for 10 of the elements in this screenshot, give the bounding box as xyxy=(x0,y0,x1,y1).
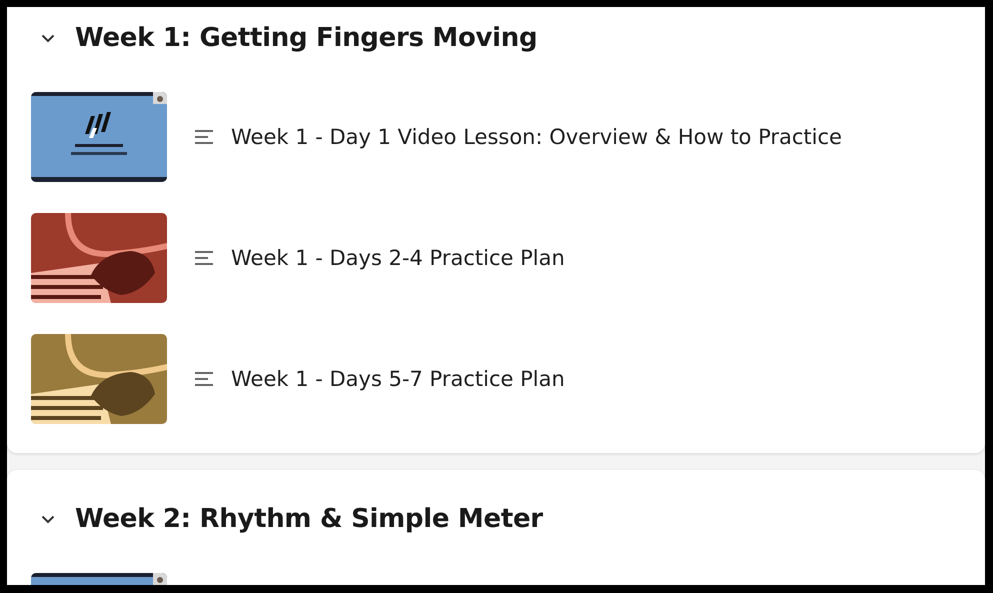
text-lines-icon xyxy=(195,130,213,144)
section-title: Week 1: Getting Fingers Moving xyxy=(75,23,538,53)
lesson-link[interactable]: Week 1 - Day 1 Video Lesson: Overview & How to Practice xyxy=(231,125,842,149)
lesson-link[interactable]: Week 1 - Days 5-7 Practice Plan xyxy=(231,367,565,391)
chevron-icon[interactable] xyxy=(41,514,55,524)
lesson-link[interactable]: Week 1 - Days 2-4 Practice Plan xyxy=(231,246,565,270)
text-lines-icon xyxy=(195,372,213,386)
text-lines-icon xyxy=(195,251,213,265)
section-title: Week 2: Rhythm & Simple Meter xyxy=(75,504,543,534)
chevron-icon[interactable] xyxy=(41,34,55,42)
